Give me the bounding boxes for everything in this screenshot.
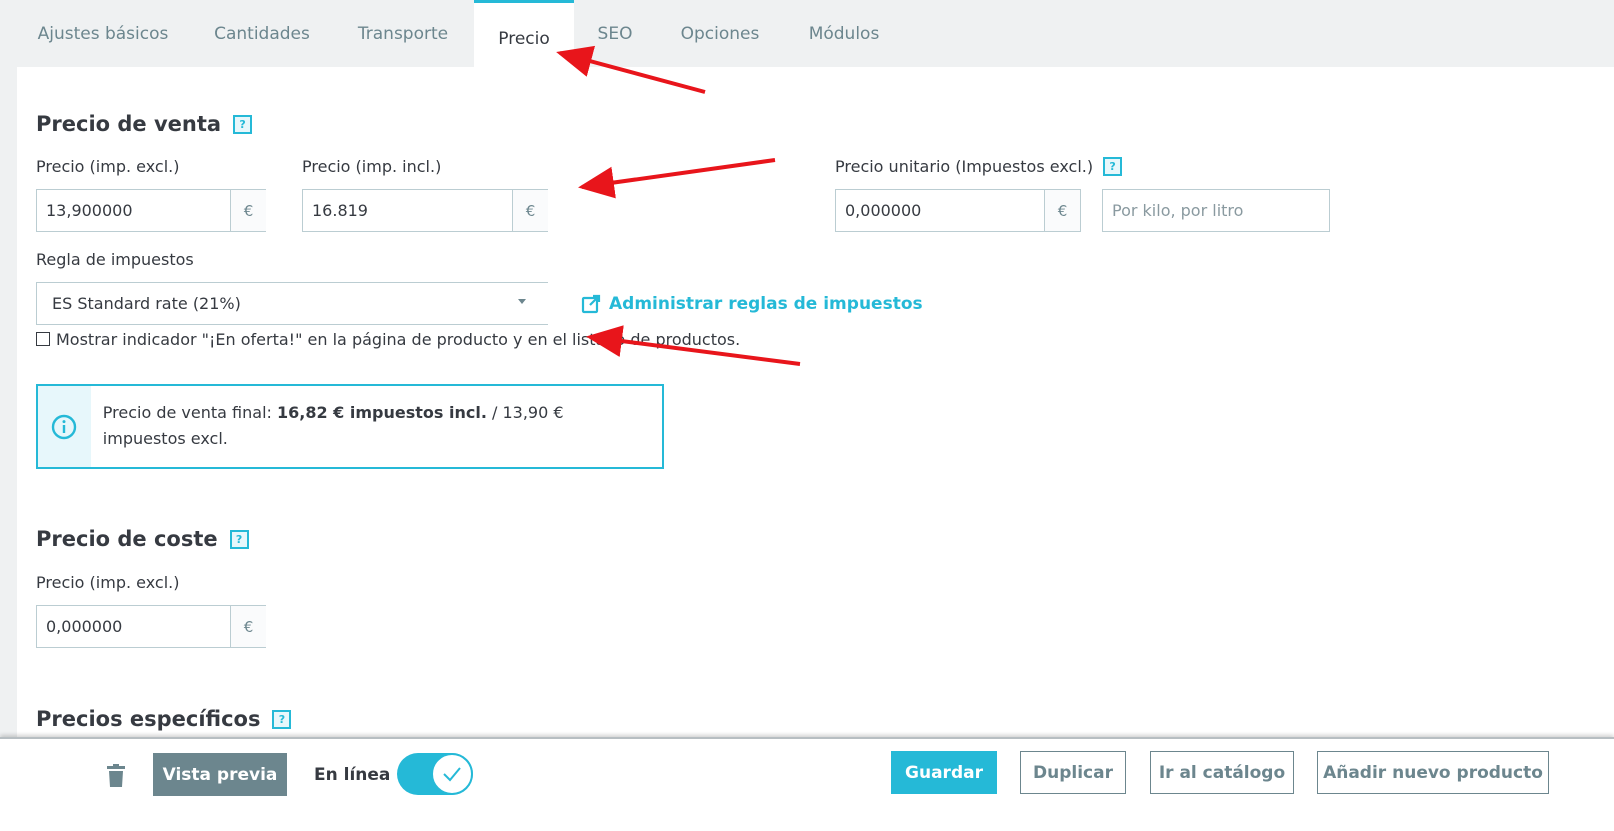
cost-price-value[interactable]: 0,000000 [37,606,230,647]
final-price-text: Precio de venta final: 16,82 € impuestos… [102,403,564,448]
online-label: En línea [314,764,391,785]
price-panel: Precio de venta ? Precio (imp. excl.) 13… [17,67,1614,737]
cost-price-input[interactable]: 0,000000 € [36,605,266,648]
help-icon[interactable]: ? [233,114,253,134]
tab-cantidades[interactable]: Cantidades [198,0,326,67]
currency-addon: € [512,190,548,231]
online-toggle[interactable] [397,753,473,795]
preview-button[interactable]: Vista previa [153,753,287,796]
price-excl-label: Precio (imp. excl.) [36,157,180,176]
unit-type-input[interactable]: Por kilo, por litro [1102,189,1330,232]
save-button[interactable]: Guardar [891,751,997,794]
final-price-incl: 16,82 € impuestos incl. [276,403,487,422]
help-icon[interactable]: ? [229,529,249,549]
info-icon [52,414,77,439]
tax-rule-select[interactable]: ES Standard rate (21%) [36,282,548,325]
external-link-icon [581,294,601,313]
tab-precio[interactable]: Precio [474,0,574,67]
add-new-product-button[interactable]: Añadir nuevo producto [1317,751,1549,794]
check-icon [431,753,473,795]
specific-prices-title: Precios específicos ? [36,707,292,731]
help-icon[interactable]: ? [272,709,292,729]
price-incl-input[interactable]: 16.819 € [302,189,548,232]
unit-price-input[interactable]: 0,000000 € [835,189,1081,232]
on-sale-checkbox-row[interactable]: Mostrar indicador "¡En oferta!" en la pá… [36,329,740,349]
price-incl-value[interactable]: 16.819 [303,190,512,231]
tax-rule-label: Regla de impuestos [36,250,194,269]
price-incl-label: Precio (imp. incl.) [302,157,442,176]
unit-price-value[interactable]: 0,000000 [836,190,1044,231]
cost-price-title: Precio de coste ? [36,527,249,551]
trash-icon[interactable] [106,764,126,788]
unit-price-label: Precio unitario (Impuestos excl.) ? [835,157,1123,176]
chevron-down-icon [518,299,526,304]
tab-modulos[interactable]: Módulos [790,0,898,67]
info-icon-area [38,386,91,467]
tab-opciones[interactable]: Opciones [664,0,776,67]
help-icon[interactable]: ? [1103,157,1123,176]
currency-addon: € [230,606,266,647]
price-excl-input[interactable]: 13,900000 € [36,189,266,232]
tab-ajustes-basicos[interactable]: Ajustes básicos [18,0,188,67]
final-price-alert: Precio de venta final: 16,82 € impuestos… [36,384,664,469]
sale-price-title: Precio de venta ? [36,112,253,136]
on-sale-checkbox[interactable] [36,332,50,346]
product-tabs: Ajustes básicos Cantidades Transporte Pr… [0,0,1614,67]
footer-toolbar: Vista previa En línea Guardar Duplicar I… [0,737,1614,831]
duplicate-button[interactable]: Duplicar [1020,751,1126,794]
tab-transporte[interactable]: Transporte [336,0,470,67]
catalog-button[interactable]: Ir al catálogo [1150,751,1294,794]
manage-tax-rules-link[interactable]: Administrar reglas de impuestos [581,286,923,321]
tab-seo[interactable]: SEO [578,0,652,67]
price-excl-value[interactable]: 13,900000 [37,190,230,231]
cost-price-excl-label: Precio (imp. excl.) [36,573,180,592]
currency-addon: € [230,190,266,231]
currency-addon: € [1044,190,1080,231]
